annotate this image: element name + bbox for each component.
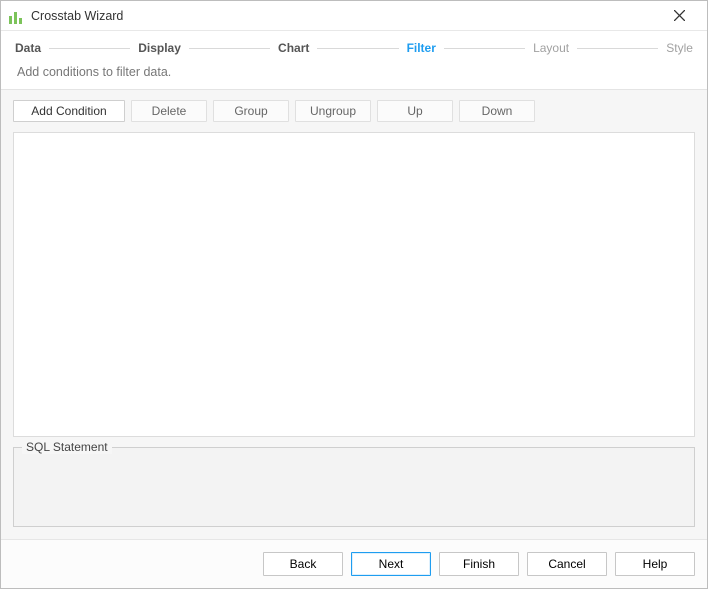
add-condition-button[interactable]: Add Condition bbox=[13, 100, 125, 122]
content-area: Add Condition Delete Group Ungroup Up Do… bbox=[1, 90, 707, 539]
close-icon bbox=[674, 10, 685, 21]
sql-statement-label: SQL Statement bbox=[22, 440, 112, 454]
app-icon bbox=[9, 8, 25, 24]
wizard-window: Crosstab Wizard Data Display Chart Filte… bbox=[0, 0, 708, 589]
step-display[interactable]: Display bbox=[136, 41, 183, 55]
sql-statement-group: SQL Statement bbox=[13, 447, 695, 527]
finish-button[interactable]: Finish bbox=[439, 552, 519, 576]
wizard-steps: Data Display Chart Filter Layout Style bbox=[1, 31, 707, 63]
step-separator bbox=[49, 48, 130, 49]
conditions-list[interactable] bbox=[13, 132, 695, 437]
step-separator bbox=[189, 48, 270, 49]
ungroup-button[interactable]: Ungroup bbox=[295, 100, 371, 122]
wizard-footer: Back Next Finish Cancel Help bbox=[1, 539, 707, 588]
titlebar: Crosstab Wizard bbox=[1, 1, 707, 31]
step-style[interactable]: Style bbox=[664, 41, 695, 55]
up-button[interactable]: Up bbox=[377, 100, 453, 122]
cancel-button[interactable]: Cancel bbox=[527, 552, 607, 576]
filter-toolbar: Add Condition Delete Group Ungroup Up Do… bbox=[13, 100, 695, 122]
next-button[interactable]: Next bbox=[351, 552, 431, 576]
step-separator bbox=[317, 48, 398, 49]
step-description: Add conditions to filter data. bbox=[1, 63, 707, 90]
window-title: Crosstab Wizard bbox=[31, 9, 659, 23]
step-filter[interactable]: Filter bbox=[405, 41, 438, 55]
group-button[interactable]: Group bbox=[213, 100, 289, 122]
step-layout[interactable]: Layout bbox=[531, 41, 571, 55]
step-separator bbox=[444, 48, 525, 49]
step-data[interactable]: Data bbox=[13, 41, 43, 55]
step-chart[interactable]: Chart bbox=[276, 41, 311, 55]
step-separator bbox=[577, 48, 658, 49]
back-button[interactable]: Back bbox=[263, 552, 343, 576]
delete-button[interactable]: Delete bbox=[131, 100, 207, 122]
close-button[interactable] bbox=[659, 1, 699, 30]
help-button[interactable]: Help bbox=[615, 552, 695, 576]
down-button[interactable]: Down bbox=[459, 100, 535, 122]
